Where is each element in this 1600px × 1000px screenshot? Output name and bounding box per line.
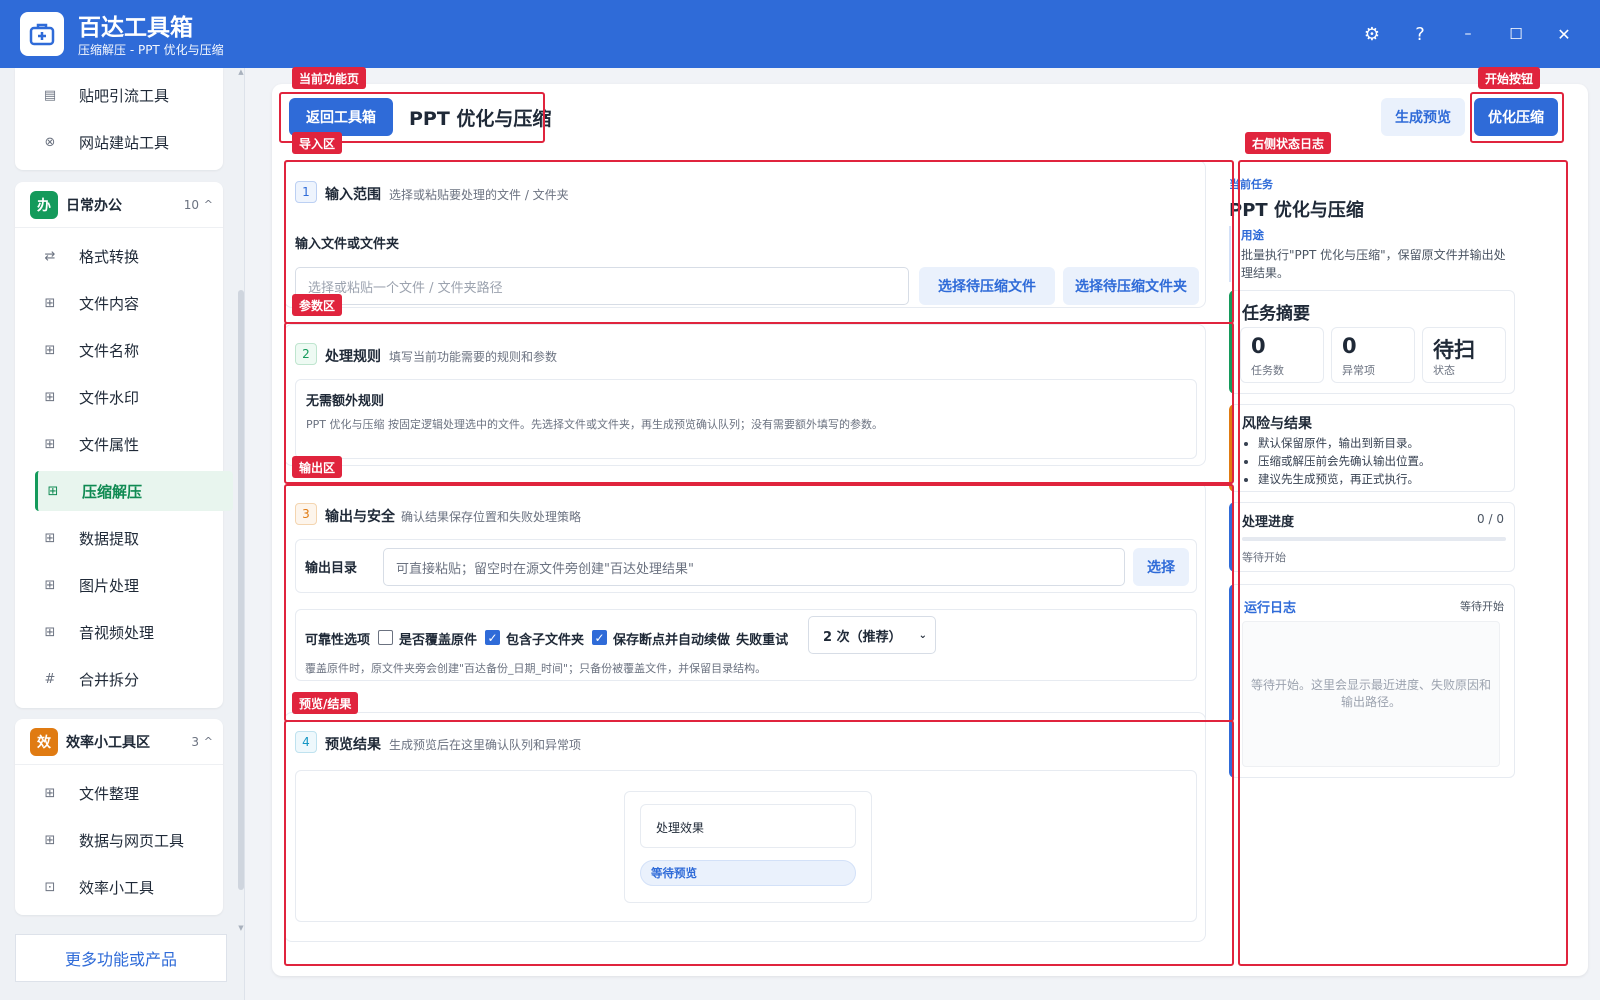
globe-icon: ⊗ [44, 134, 56, 150]
box-icon: ⊡ [44, 879, 56, 895]
group-badge: 效 [30, 727, 58, 756]
annotation-box-output [284, 484, 1234, 722]
title-bar: 百达工具箱 压缩解压 - PPT 优化与压缩 ⚙ ? – ☐ ✕ [0, 0, 1600, 68]
generate-preview-button[interactable]: 生成预览 [1381, 98, 1465, 136]
grid-icon: ⊞ [44, 785, 56, 801]
annotation-tag-right-log: 右侧状态日志 [1245, 132, 1332, 154]
annotation-box-preview [284, 720, 1234, 966]
group-header-efficiency[interactable]: 效 效率小工具区 3 ^ [15, 719, 223, 765]
sidebar-item-label: 效率小工具 [79, 878, 155, 897]
annotation-box-right-log [1238, 160, 1568, 966]
group-header-daily[interactable]: 办 日常办公 10 ^ [15, 182, 223, 228]
sidebar-item-label: 格式转换 [79, 247, 140, 266]
scroll-down-icon[interactable]: ▼ [237, 924, 245, 932]
chevron-up-icon[interactable]: ^ [204, 198, 213, 211]
sidebar: ▤ 贴吧引流工具 ⊗ 网站建站工具 办 日常办公 10 ^ ⇄ 格式转换 ⊞ 文件内… [0, 68, 245, 1000]
grid-icon: ⊞ [44, 530, 56, 546]
annotation-box-start-button [1470, 92, 1564, 143]
annotation-box-import [284, 160, 1234, 324]
grid-icon: ⊞ [47, 483, 59, 499]
sidebar-item-label: 合并拆分 [79, 670, 140, 689]
sidebar-item-label: 音视频处理 [79, 623, 155, 642]
sidebar-item-file-props[interactable]: ⊞ 文件属性 [35, 424, 215, 464]
annotation-box-params [284, 322, 1234, 484]
annotation-tag-output: 输出区 [292, 456, 343, 478]
group-count: 3 [191, 734, 199, 749]
more-products-link[interactable]: 更多功能或产品 [15, 934, 227, 982]
sidebar-item-label: 图片处理 [79, 576, 140, 595]
sidebar-group-daily: 办 日常办公 10 ^ ⇄ 格式转换 ⊞ 文件内容 ⊞ 文件名称 ⊞ 文件水印 ⊞ 文件属… [15, 182, 233, 708]
minimize-icon[interactable]: – [1454, 20, 1482, 48]
sidebar-item-label: 文件属性 [79, 435, 140, 454]
scroll-thumb[interactable] [238, 290, 244, 890]
sidebar-item-label: 数据与网页工具 [79, 831, 185, 850]
maximize-icon[interactable]: ☐ [1502, 20, 1530, 48]
sidebar-item-label: 数据提取 [79, 529, 140, 548]
group-badge: 办 [30, 190, 58, 219]
sidebar-item-file-organize[interactable]: ⊞ 文件整理 [35, 773, 215, 813]
help-icon[interactable]: ? [1406, 20, 1434, 48]
sidebar-item-compress[interactable]: ⊞ 压缩解压 [35, 471, 233, 511]
toolbox-icon [29, 23, 55, 46]
sidebar-item-image[interactable]: ⊞ 图片处理 [35, 565, 215, 605]
group-count: 10 [183, 197, 199, 212]
sidebar-item-file-content[interactable]: ⊞ 文件内容 [35, 283, 215, 323]
sidebar-card-top: ▤ 贴吧引流工具 ⊗ 网站建站工具 [15, 68, 223, 170]
annotation-tag-start-button: 开始按钮 [1478, 67, 1541, 89]
group-title: 日常办公 [66, 197, 122, 214]
sidebar-item-label: 文件整理 [79, 784, 140, 803]
hash-icon: # [44, 671, 56, 687]
sidebar-item-file-name[interactable]: ⊞ 文件名称 [35, 330, 215, 370]
sidebar-item-label: 文件内容 [79, 294, 140, 313]
sidebar-item-watermark[interactable]: ⊞ 文件水印 [35, 377, 215, 417]
sidebar-item-label: 网站建站工具 [79, 133, 170, 152]
sidebar-item-label: 压缩解压 [82, 482, 143, 501]
grid-icon: ⊞ [44, 436, 56, 452]
app-title: 百达工具箱 [78, 15, 193, 41]
grid-icon: ⊞ [44, 577, 56, 593]
doc-icon: ▤ [43, 87, 57, 103]
sidebar-item-merge-split[interactable]: # 合并拆分 [35, 659, 215, 699]
sidebar-item-label: 文件水印 [79, 388, 140, 407]
sidebar-item-label: 文件名称 [79, 341, 140, 360]
grid-icon: ⊞ [44, 624, 56, 640]
sidebar-item-media[interactable]: ⊞ 音视频处理 [35, 612, 215, 652]
scroll-up-icon[interactable]: ▲ [237, 68, 245, 76]
app-logo [20, 12, 64, 56]
grid-icon: ⊞ [44, 832, 56, 848]
grid-icon: ⊞ [44, 295, 56, 311]
settings-icon[interactable]: ⚙ [1358, 20, 1386, 48]
annotation-tag-preview: 预览/结果 [292, 692, 359, 714]
grid-icon: ⊞ [44, 342, 56, 358]
sidebar-item-tieba[interactable]: ▤ 贴吧引流工具 [35, 75, 215, 115]
chevron-up-icon[interactable]: ^ [204, 735, 213, 748]
sidebar-item-efficiency-tools[interactable]: ⊡ 效率小工具 [35, 867, 215, 907]
sidebar-item-data-extract[interactable]: ⊞ 数据提取 [35, 518, 215, 558]
sidebar-item-format-convert[interactable]: ⇄ 格式转换 [35, 236, 215, 276]
annotation-tag-current-page: 当前功能页 [292, 67, 367, 89]
sidebar-scrollbar[interactable]: ▲ ▼ [237, 68, 245, 932]
sidebar-item-data-web[interactable]: ⊞ 数据与网页工具 [35, 820, 215, 860]
group-title: 效率小工具区 [66, 734, 150, 751]
grid-icon: ⊞ [44, 389, 56, 405]
sidebar-group-efficiency: 效 效率小工具区 3 ^ ⊞ 文件整理 ⊞ 数据与网页工具 ⊡ 效率小工具 [15, 719, 223, 915]
sidebar-item-label: 贴吧引流工具 [79, 86, 170, 105]
annotation-tag-import: 导入区 [292, 132, 343, 154]
close-icon[interactable]: ✕ [1550, 20, 1578, 48]
app-subtitle: 压缩解压 - PPT 优化与压缩 [78, 43, 224, 57]
swap-icon: ⇄ [44, 248, 56, 264]
annotation-tag-params: 参数区 [292, 294, 343, 316]
sidebar-item-website[interactable]: ⊗ 网站建站工具 [35, 122, 215, 162]
